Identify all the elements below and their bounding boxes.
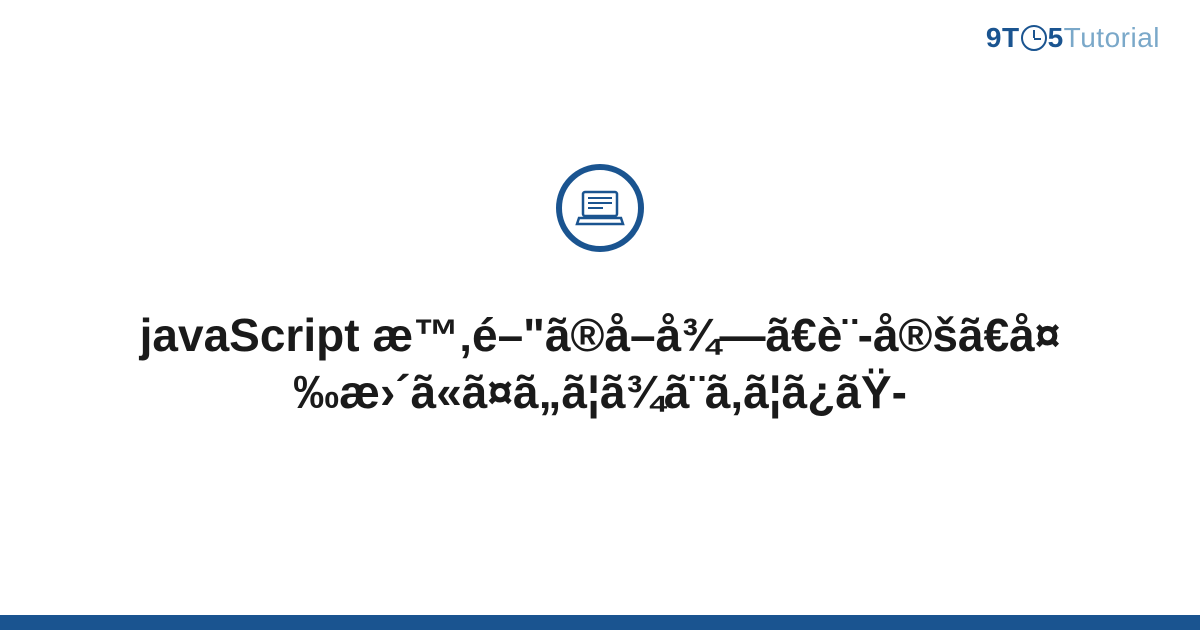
article-icon-circle [556,164,644,252]
article-title: javaScript æ™‚é–"ã®å–å¾—ã€è¨-å®šã€å¤‰æ›´… [50,307,1150,422]
main-content: javaScript æ™‚é–"ã®å–å¾—ã€è¨-å®šã€å¤‰æ›´… [0,0,1200,615]
bottom-accent-bar [0,615,1200,630]
laptop-icon [575,188,625,228]
